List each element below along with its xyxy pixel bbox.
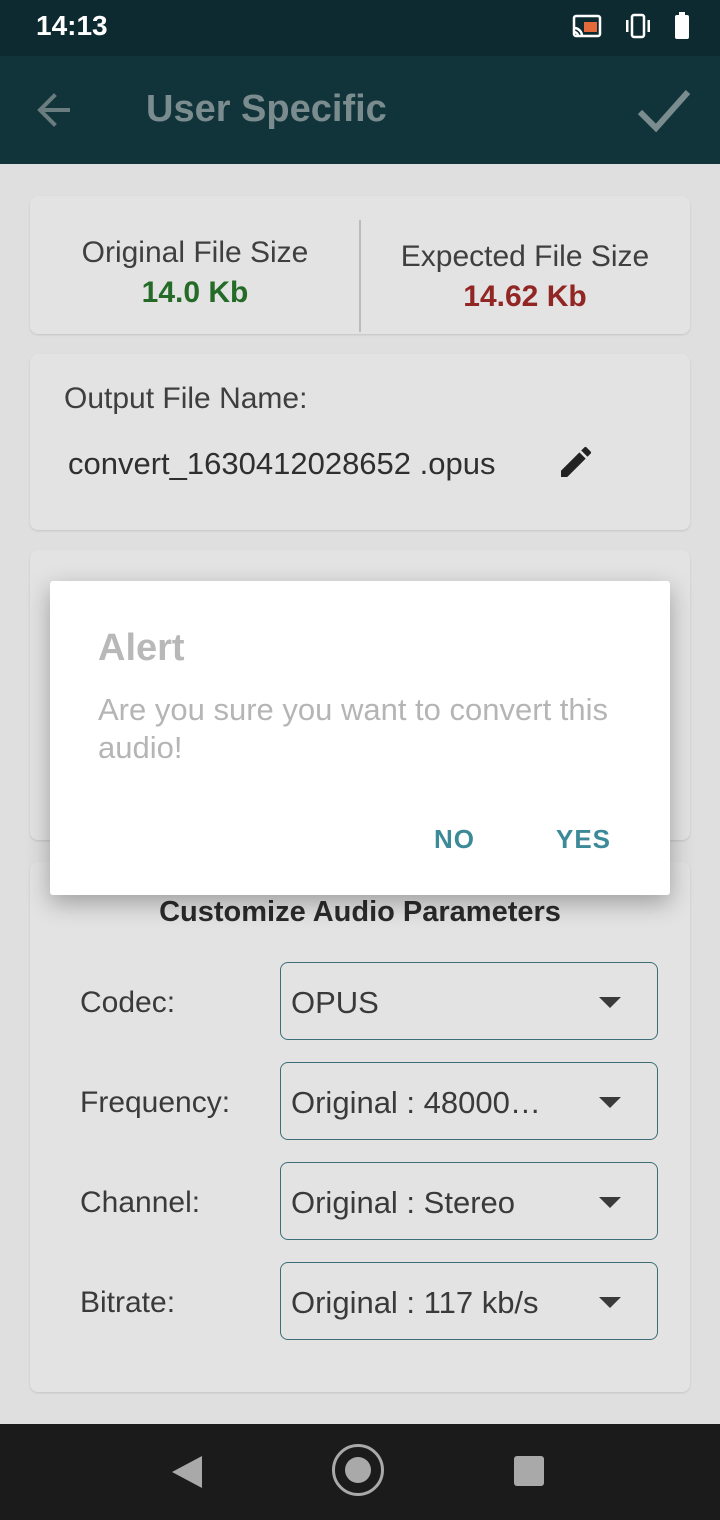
yes-button[interactable]: YES — [556, 824, 611, 855]
system-nav-bar — [0, 1424, 720, 1520]
alert-dialog: Alert Are you sure you want to convert t… — [50, 581, 670, 895]
nav-recents-icon[interactable] — [514, 1456, 544, 1486]
dialog-title: Alert — [98, 627, 185, 669]
nav-back-icon[interactable] — [172, 1456, 202, 1488]
no-button[interactable]: NO — [434, 824, 475, 855]
nav-home-icon[interactable] — [332, 1444, 384, 1496]
dialog-message: Are you sure you want to convert this au… — [98, 692, 609, 765]
nav-home-dot — [345, 1457, 371, 1483]
